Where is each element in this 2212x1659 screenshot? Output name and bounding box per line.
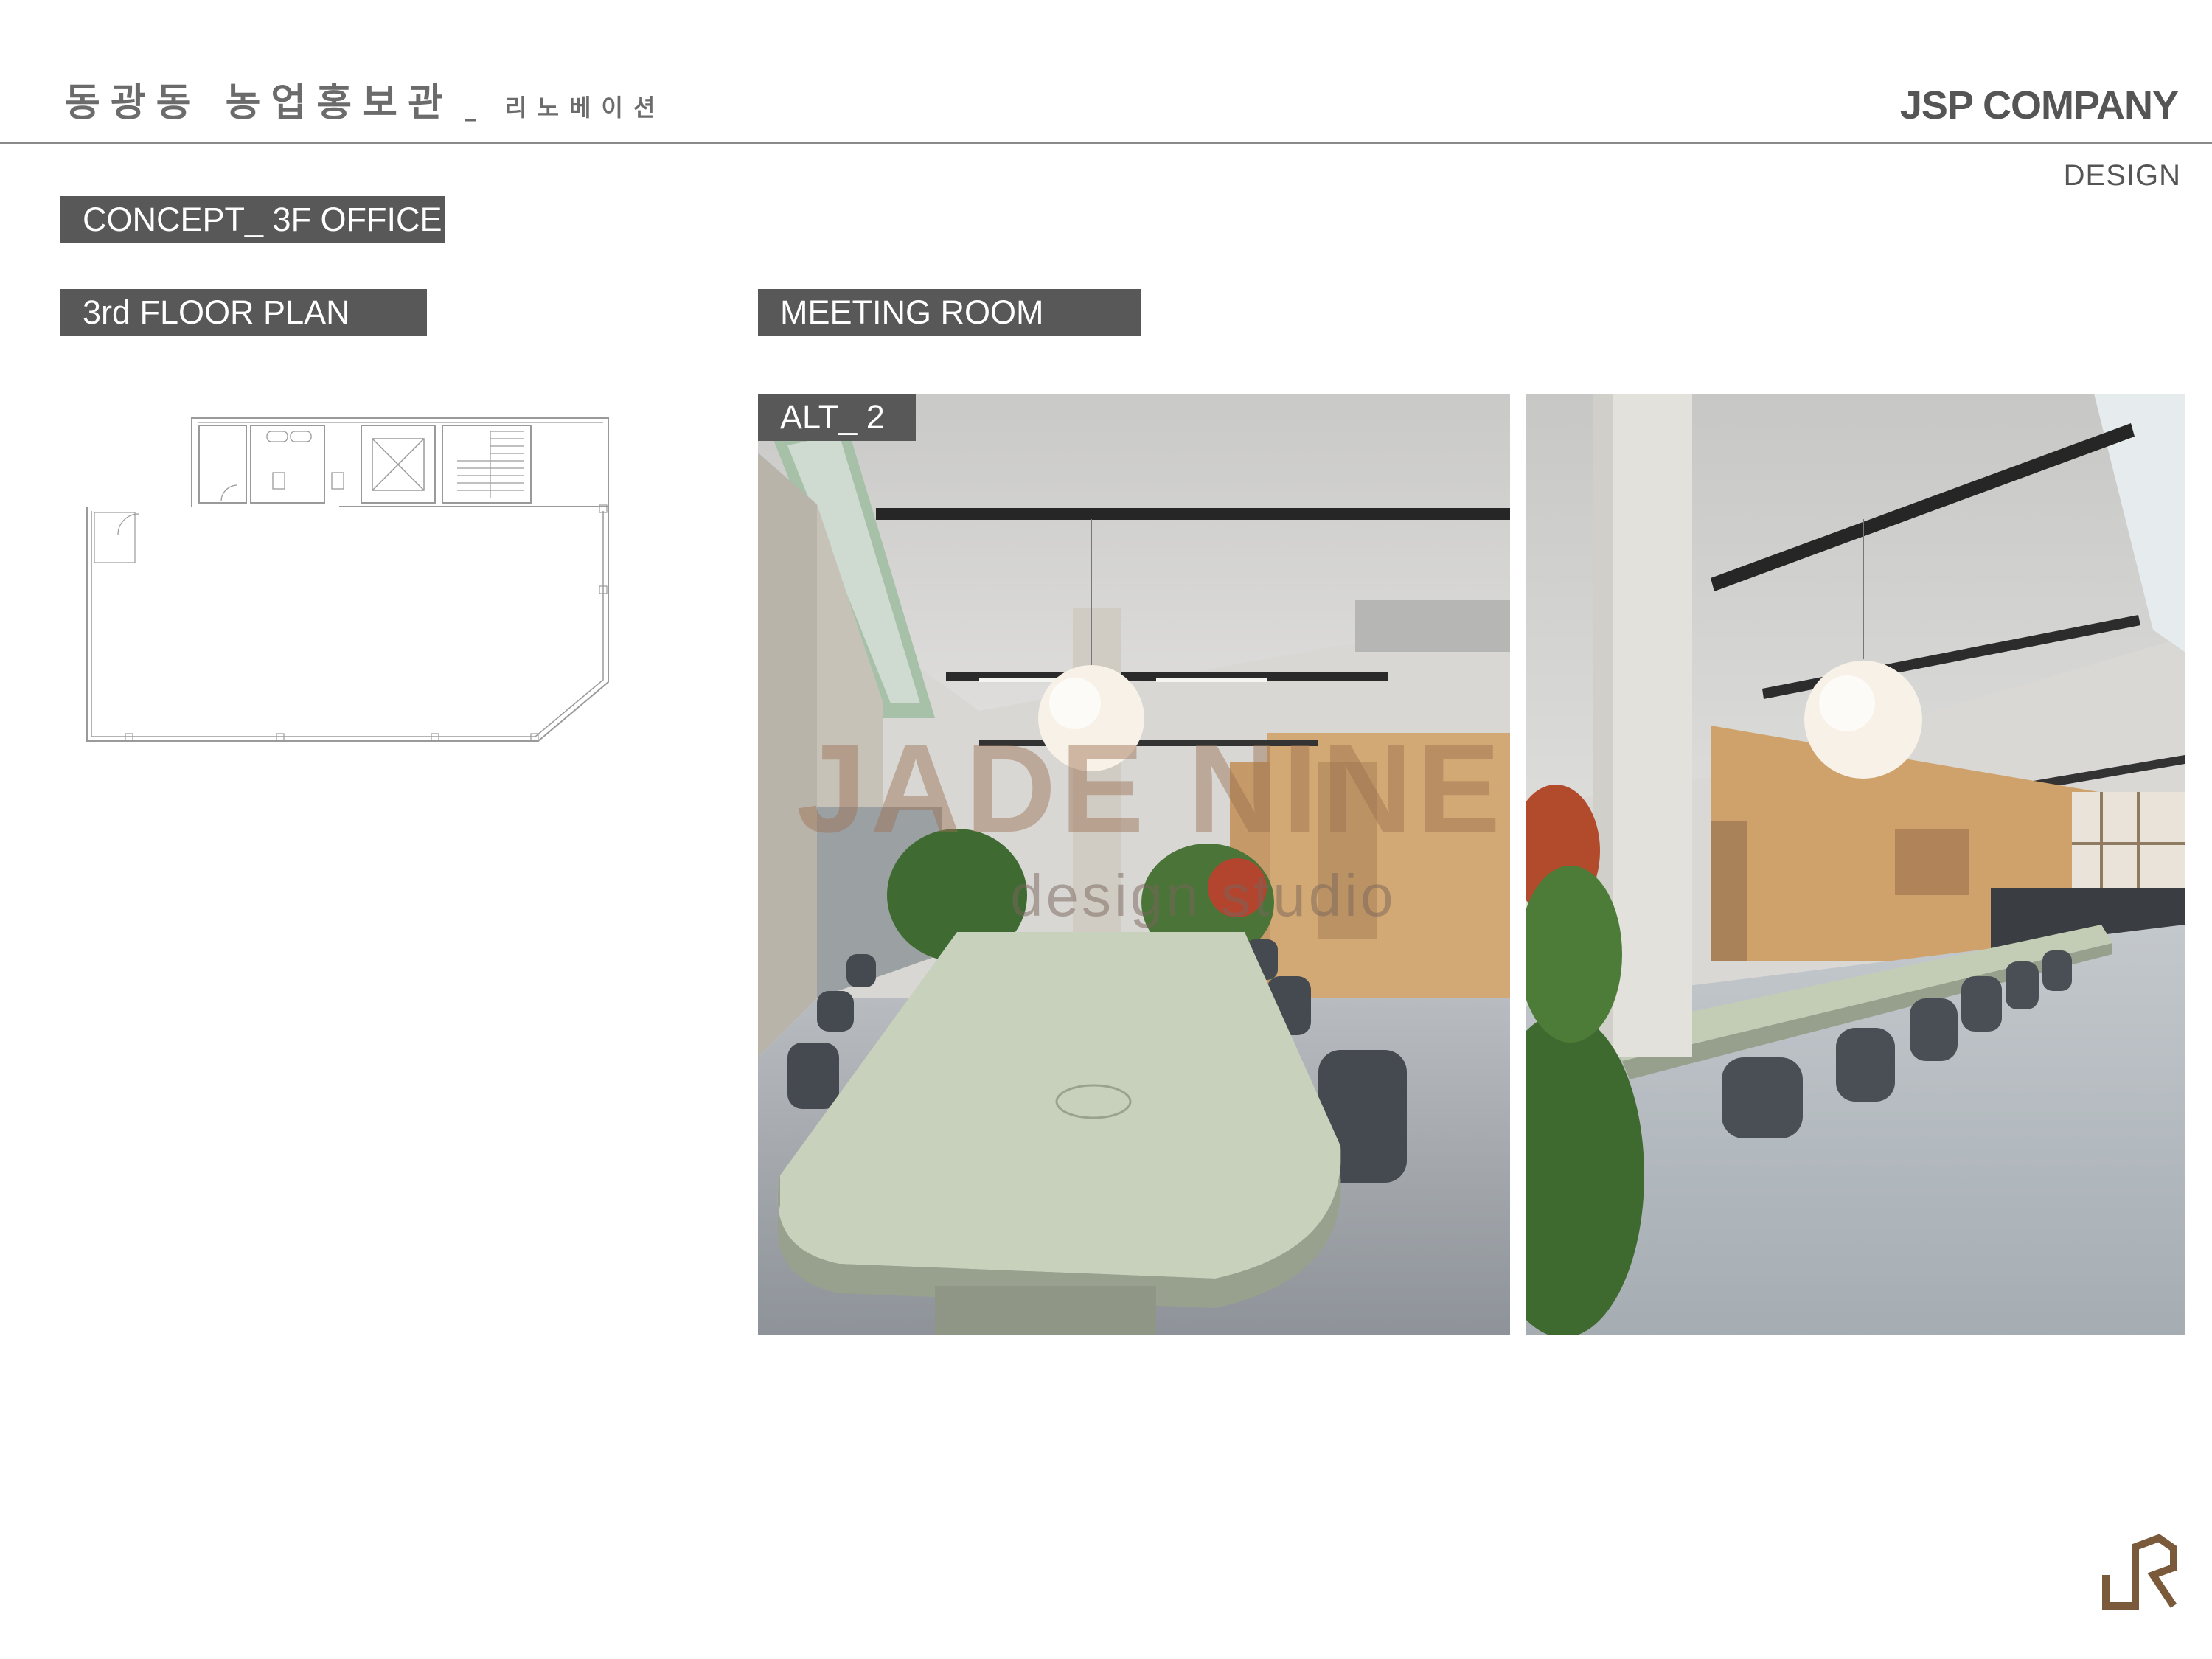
meeting-room-photo-2 (1526, 394, 2185, 1335)
document-subtitle: _ 리노베이션 (465, 94, 666, 122)
floor-plan-label: 3rd FLOOR PLAN (60, 289, 427, 336)
company-name: JSP COMPANY (1899, 83, 2179, 128)
concept-label: CONCEPT_ 3F OFFICE (60, 196, 445, 243)
document-title: 동광동 농업홍보관 (65, 81, 453, 125)
alternative-label: ALT_ 2 (758, 394, 916, 441)
jsp-monogram-icon (2102, 1534, 2177, 1610)
watermark-subtext: design studio (1010, 863, 1397, 928)
section-label: DESIGN (2063, 159, 2181, 192)
meeting-room-label: MEETING ROOM (758, 289, 1141, 336)
watermark-text: JADE NINE (796, 719, 1505, 859)
floor-plan-drawing (86, 417, 609, 742)
header-divider (0, 142, 2212, 144)
